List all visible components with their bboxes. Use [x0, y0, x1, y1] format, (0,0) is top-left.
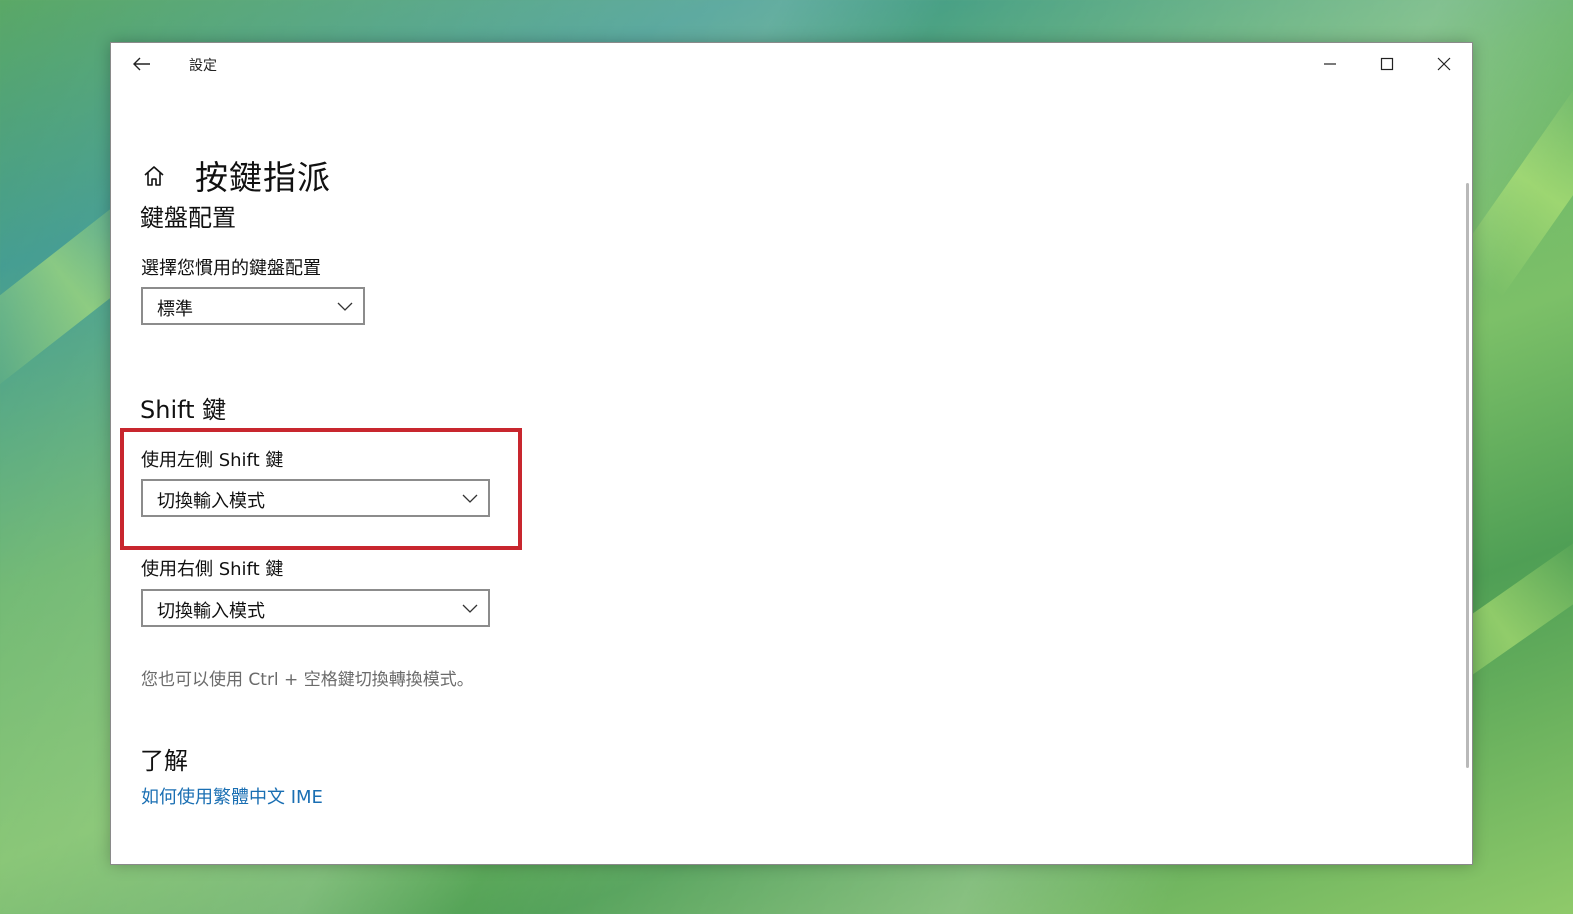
right-shift-label: 使用右側 Shift 鍵 — [141, 559, 284, 580]
chevron-down-icon — [462, 604, 478, 613]
ime-help-link[interactable]: 如何使用繁體中文 IME — [141, 783, 323, 809]
maximize-icon — [1380, 57, 1394, 71]
page-title: 按鍵指派 — [195, 158, 331, 197]
minimize-button[interactable] — [1307, 47, 1353, 81]
left-shift-label: 使用左側 Shift 鍵 — [141, 450, 284, 471]
left-shift-value: 切換輸入模式 — [157, 491, 265, 512]
settings-window: 設定 按鍵指派 鍵盤配置 選擇您慣用的鍵盤配置 標準 Shift 鍵 使用左側 … — [110, 42, 1473, 865]
vertical-scrollbar[interactable] — [1466, 183, 1469, 768]
keyboard-layout-heading: 鍵盤配置 — [140, 204, 236, 232]
back-button[interactable] — [125, 51, 159, 77]
chevron-down-icon — [337, 302, 353, 311]
minimize-icon — [1324, 63, 1336, 65]
home-button[interactable] — [141, 163, 167, 189]
chevron-down-icon — [462, 494, 478, 503]
keyboard-layout-label: 選擇您慣用的鍵盤配置 — [141, 258, 321, 279]
maximize-button[interactable] — [1364, 47, 1410, 81]
close-button[interactable] — [1421, 47, 1467, 81]
keyboard-layout-value: 標準 — [157, 299, 193, 320]
shift-key-heading: Shift 鍵 — [140, 396, 227, 424]
close-icon — [1437, 57, 1451, 71]
learn-heading: 了解 — [140, 747, 188, 775]
app-title: 設定 — [189, 58, 217, 74]
right-shift-value: 切換輸入模式 — [157, 601, 265, 622]
right-shift-dropdown[interactable]: 切換輸入模式 — [141, 589, 490, 627]
left-shift-dropdown[interactable]: 切換輸入模式 — [141, 479, 490, 517]
home-icon — [144, 166, 164, 186]
back-arrow-icon — [133, 57, 150, 71]
title-bar: 設定 — [111, 43, 1472, 85]
keyboard-layout-dropdown[interactable]: 標準 — [141, 287, 365, 325]
shift-hint-text: 您也可以使用 Ctrl + 空格鍵切換轉換模式。 — [141, 670, 474, 690]
